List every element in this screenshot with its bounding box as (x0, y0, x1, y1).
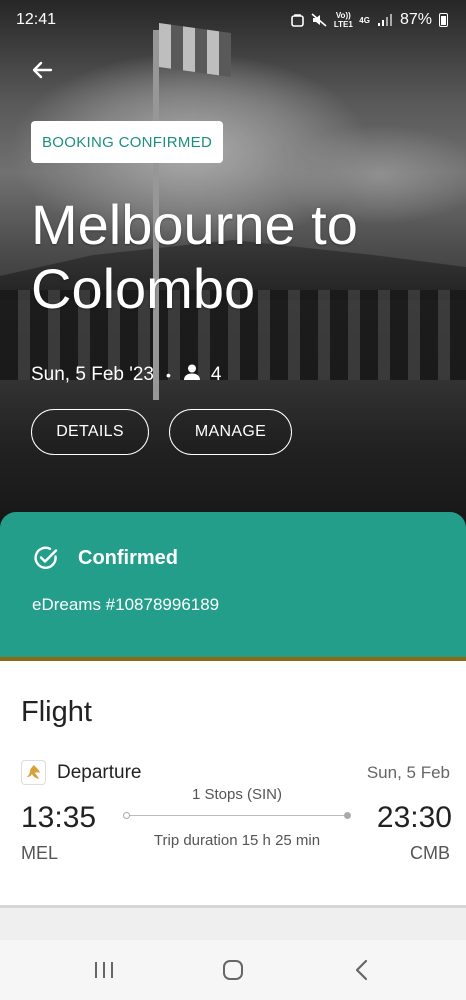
battery-percent: 87% (399, 11, 432, 28)
route-line-bar (127, 815, 347, 816)
manage-button[interactable]: MANAGE (169, 409, 292, 455)
back-arrow-button[interactable] (22, 52, 62, 88)
arrow-left-icon (32, 61, 53, 79)
departure-airport-code: MEL (21, 843, 59, 863)
recent-apps-button[interactable] (74, 948, 134, 992)
arrival-airport-code: CMB (410, 843, 450, 863)
home-icon (222, 960, 243, 980)
stops-info: 1 Stops (SIN) (191, 786, 283, 803)
check-circle-icon (33, 545, 59, 576)
status-icons: Vo)) LTE1 4G 87% (291, 11, 448, 29)
booking-reference: eDreams #10878996189 (32, 595, 220, 614)
arrival-time: 23:30 (376, 801, 452, 834)
leg-label: Departure (57, 762, 142, 783)
person-icon (183, 363, 201, 387)
signal-icon (377, 13, 393, 27)
confirmation-status: Confirmed (78, 547, 178, 569)
departure-time: 13:35 (21, 801, 97, 834)
battery-icon (439, 13, 448, 27)
details-button[interactable]: DETAILS (31, 409, 149, 455)
volte-label: Vo)) LTE1 (333, 11, 353, 29)
system-back-button[interactable] (332, 948, 392, 992)
leg-date: Sun, 5 Feb (366, 763, 450, 782)
do-not-disturb-icon (291, 13, 305, 27)
route-line (123, 812, 351, 820)
recent-apps-icon (95, 962, 114, 978)
network-type: 4G (359, 15, 370, 25)
trip-title: Melbourne to Colombo (31, 193, 358, 320)
status-time: 12:41 (16, 11, 57, 28)
meta-separator: • (166, 367, 171, 383)
system-nav-bar (0, 940, 466, 1000)
trip-date: Sun, 5 Feb '23 (31, 364, 154, 385)
airline-logo (21, 760, 46, 785)
route-destination-dot (344, 812, 351, 819)
mute-icon (311, 13, 327, 27)
back-icon (355, 959, 367, 981)
content-background (0, 908, 466, 940)
flight-section-title: Flight (21, 696, 92, 728)
booking-status-badge: BOOKING CONFIRMED (31, 121, 224, 163)
passenger-count: 4 (210, 364, 222, 385)
home-button[interactable] (203, 948, 263, 992)
route-origin-dot (123, 812, 130, 819)
status-bar: 12:41 Vo)) LTE1 4G 87% (0, 0, 466, 40)
trip-meta: Sun, 5 Feb '23 • 4 (31, 363, 221, 387)
trip-duration: Trip duration 15 h 25 min (153, 832, 321, 849)
airline-bird-icon (26, 764, 40, 779)
confirmation-card (0, 512, 466, 660)
